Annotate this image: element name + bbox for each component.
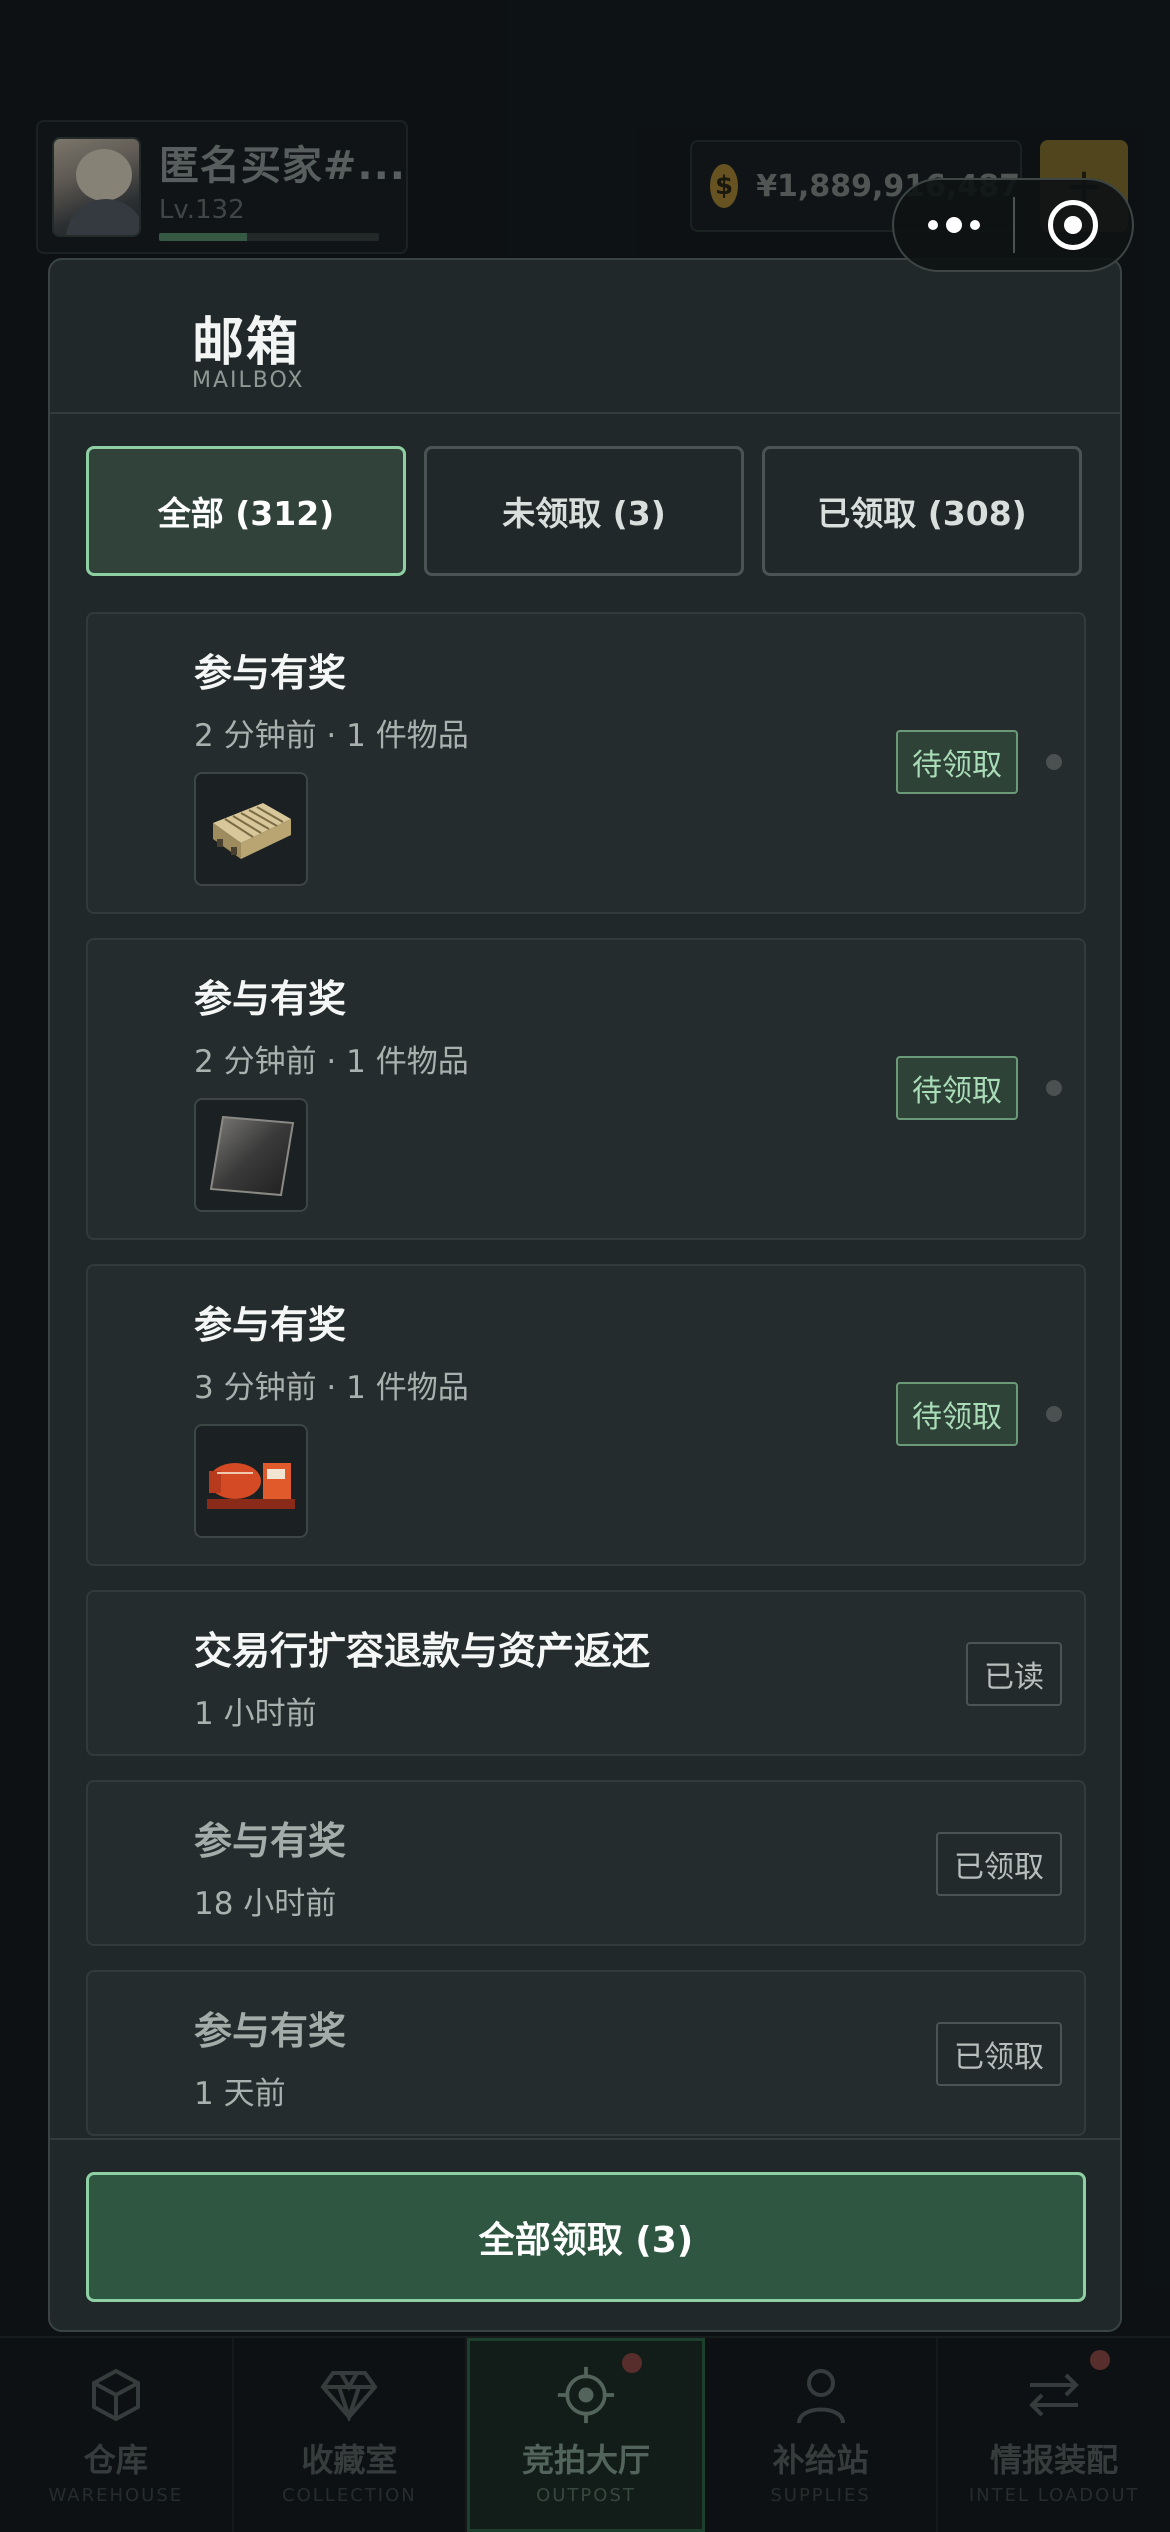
player-level: Lv.132	[158, 195, 245, 225]
nav-label: 竞拍大厅	[521, 2440, 650, 2479]
mail-meta: 18 小时前	[194, 1886, 337, 1922]
generator-icon[interactable]	[194, 1424, 308, 1538]
xp-progress-fill	[158, 233, 247, 241]
crosshair-icon	[556, 2365, 616, 2425]
mail-meta: 3 分钟前 · 1 件物品	[194, 1370, 469, 1406]
more-options-icon[interactable]	[894, 217, 1013, 233]
coin-icon: $	[710, 164, 739, 208]
nav-sub: COLLECTION	[282, 2484, 417, 2506]
nav-supplies[interactable]: 补给站 SUPPLIES	[705, 2338, 939, 2532]
modal-header: 邮箱 MAILBOX	[50, 260, 1120, 414]
status-badge-pending: 待领取	[896, 1382, 1018, 1446]
box-icon	[86, 2365, 146, 2425]
mail-meta: 2 分钟前 · 1 件物品	[194, 1044, 469, 1080]
status-badge-read: 已读	[966, 1642, 1062, 1706]
status-badge-pending: 待领取	[896, 1056, 1018, 1120]
mail-list: 参与有奖 2 分钟前 · 1 件物品 待领取 参与有奖 2 分钟前 · 1 件物…	[86, 612, 1086, 2160]
tab-all[interactable]: 全部 (312)	[86, 446, 406, 576]
nav-sub: WAREHOUSE	[48, 2484, 184, 2506]
mail-title: 参与有奖	[194, 651, 347, 695]
mail-title: 参与有奖	[194, 1819, 347, 1863]
bottom-nav: 仓库 WAREHOUSE 收藏室 COLLECTION 竞拍大厅 OUTPOST	[0, 2336, 1170, 2532]
notification-badge	[1089, 2350, 1110, 2370]
nav-collection[interactable]: 收藏室 COLLECTION	[234, 2338, 468, 2532]
electronics-box-icon[interactable]	[194, 772, 308, 886]
tab-unclaimed[interactable]: 未领取 (3)	[424, 446, 744, 576]
xp-progress-bar	[158, 233, 379, 241]
metal-plate-icon[interactable]	[194, 1098, 308, 1212]
profile-card[interactable]: 匿名买家#... Lv.132	[36, 120, 408, 254]
unread-dot	[1046, 1080, 1062, 1096]
swap-arrows-icon	[1024, 2365, 1084, 2425]
status-badge-claimed: 已领取	[936, 2022, 1062, 2086]
nav-label: 情报装配	[990, 2440, 1119, 2479]
unread-dot	[1046, 754, 1062, 770]
profile-text: 匿名买家#... Lv.132	[158, 133, 406, 241]
modal-title: 邮箱	[192, 313, 301, 373]
status-badge-claimed: 已领取	[936, 1832, 1062, 1896]
mail-filter-tabs: 全部 (312) 未领取 (3) 已领取 (308)	[86, 446, 1082, 576]
mail-title: 参与有奖	[194, 1303, 347, 1347]
mail-meta: 2 分钟前 · 1 件物品	[194, 718, 469, 754]
mail-item[interactable]: 参与有奖 2 分钟前 · 1 件物品 待领取	[86, 938, 1086, 1240]
person-icon	[791, 2365, 851, 2425]
diamond-icon	[319, 2365, 379, 2425]
nav-warehouse[interactable]: 仓库 WAREHOUSE	[0, 2338, 234, 2532]
miniprogram-capsule	[892, 178, 1134, 272]
mail-item[interactable]: 参与有奖 1 天前 已领取	[86, 1970, 1086, 2136]
mail-item[interactable]: 参与有奖 3 分钟前 · 1 件物品 待领取	[86, 1264, 1086, 1566]
mailbox-modal: 邮箱 MAILBOX 全部 (312) 未领取 (3) 已领取 (308) 参与…	[48, 258, 1122, 2332]
status-badge-pending: 待领取	[896, 730, 1018, 794]
nav-label: 补给站	[772, 2440, 869, 2479]
mail-meta: 1 小时前	[194, 1696, 317, 1732]
nav-sub: SUPPLIES	[770, 2484, 871, 2506]
nav-label: 仓库	[83, 2440, 148, 2479]
mail-meta: 1 天前	[194, 2076, 286, 2112]
mail-title: 参与有奖	[194, 977, 347, 1021]
avatar[interactable]	[52, 137, 141, 237]
tab-claimed[interactable]: 已领取 (308)	[762, 446, 1082, 576]
unread-dot	[1046, 1406, 1062, 1422]
nav-sub: OUTPOST	[536, 2484, 636, 2506]
mail-item[interactable]: 参与有奖 2 分钟前 · 1 件物品 待领取	[86, 612, 1086, 914]
mail-item[interactable]: 交易行扩容退款与资产返还 1 小时前 已读	[86, 1590, 1086, 1756]
modal-footer: 全部领取 (3)	[50, 2138, 1120, 2330]
notification-badge	[621, 2353, 642, 2373]
nav-sub: INTEL LOADOUT	[968, 2484, 1140, 2506]
nav-intel-loadout[interactable]: 情报装配 INTEL LOADOUT	[938, 2338, 1170, 2532]
player-name: 匿名买家#...	[158, 143, 406, 189]
mail-title: 交易行扩容退款与资产返还	[194, 1629, 651, 1673]
nav-label: 收藏室	[301, 2440, 398, 2479]
claim-all-button[interactable]: 全部领取 (3)	[86, 2172, 1086, 2302]
mail-item[interactable]: 参与有奖 18 小时前 已领取	[86, 1780, 1086, 1946]
nav-auction-hall[interactable]: 竞拍大厅 OUTPOST	[467, 2338, 705, 2532]
mail-title: 参与有奖	[194, 2009, 347, 2053]
close-miniprogram-icon[interactable]	[1015, 200, 1132, 250]
modal-subtitle: MAILBOX	[192, 368, 305, 393]
